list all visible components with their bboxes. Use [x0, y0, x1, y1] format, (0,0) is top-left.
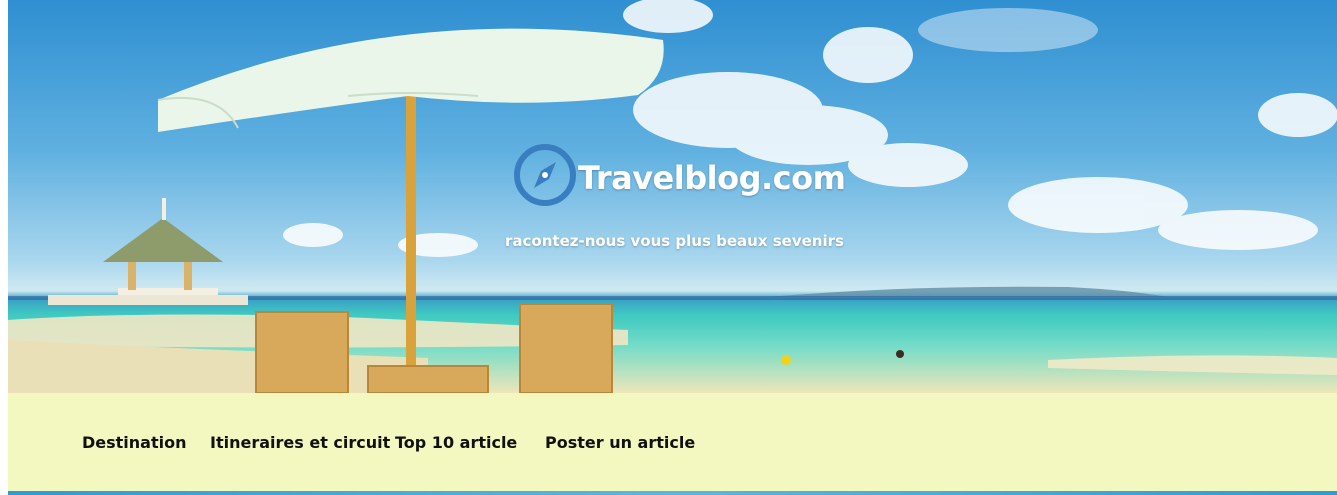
compass-icon [514, 144, 576, 206]
nav-item-destination[interactable]: Destination [82, 433, 187, 452]
header-banner: Travelblog.com racontez-nous vous plus b… [8, 0, 1337, 393]
site-brand[interactable]: Travelblog.com [512, 142, 846, 208]
main-nav: Destination Itineraires et circuit Top 1… [8, 393, 1337, 491]
site-name[interactable]: Travelblog.com [578, 159, 846, 197]
nav-item-top10[interactable]: Top 10 article [395, 433, 517, 452]
nav-item-itineraires[interactable]: Itineraires et circuit [210, 433, 390, 452]
content-top-edge [8, 491, 1337, 495]
nav-item-poster-article[interactable]: Poster un article [545, 433, 695, 452]
site-tagline: racontez-nous vous plus beaux sevenirs [505, 232, 844, 250]
